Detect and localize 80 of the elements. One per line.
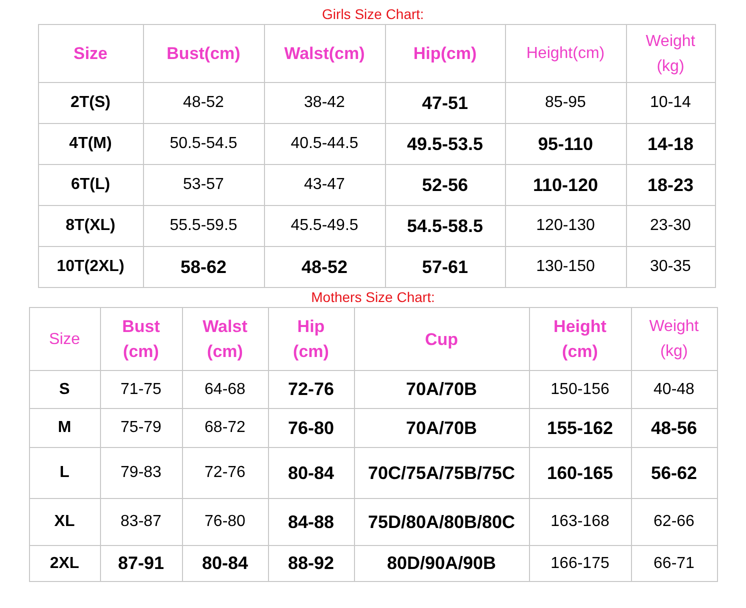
table-cell: 14-18 bbox=[626, 124, 715, 164]
column-header: Cup bbox=[354, 308, 529, 370]
table-cell: 75D/80A/80B/80C bbox=[354, 498, 529, 546]
table-cell: 75-79 bbox=[100, 408, 182, 448]
table-cell: 87-91 bbox=[100, 546, 182, 582]
table-cell: 23-30 bbox=[626, 206, 715, 246]
table-cell: 18-23 bbox=[626, 164, 715, 206]
table-cell: 64-68 bbox=[182, 370, 268, 408]
table-cell: 68-72 bbox=[182, 408, 268, 448]
table-cell: 2XL bbox=[29, 546, 100, 582]
table-cell: 85-95 bbox=[505, 82, 626, 124]
column-header: Walst (cm) bbox=[182, 308, 268, 370]
chart-title: Girls Size Chart: bbox=[322, 5, 424, 24]
table-cell: L bbox=[29, 448, 100, 498]
table-cell: 163-168 bbox=[529, 498, 631, 546]
column-header: Weight (kg) bbox=[631, 308, 717, 370]
table-cell: 84-88 bbox=[268, 498, 354, 546]
table-cell: 166-175 bbox=[529, 546, 631, 582]
table-cell: 58-62 bbox=[143, 246, 264, 288]
table-cell: 47-51 bbox=[385, 82, 505, 124]
table-cell: 70C/75A/75B/75C bbox=[354, 448, 529, 498]
table-cell: 40-48 bbox=[631, 370, 717, 408]
table-cell: S bbox=[29, 370, 100, 408]
table-cell: 52-56 bbox=[385, 164, 505, 206]
column-header: Bust(cm) bbox=[143, 24, 264, 82]
table-cell: 120-130 bbox=[505, 206, 626, 246]
table-cell: 4T(M) bbox=[38, 124, 143, 164]
table-cell: 71-75 bbox=[100, 370, 182, 408]
table-cell: 53-57 bbox=[143, 164, 264, 206]
column-header: Height(cm) bbox=[505, 24, 626, 82]
column-header: Size bbox=[38, 24, 143, 82]
table-cell: 50.5-54.5 bbox=[143, 124, 264, 164]
table-cell: 76-80 bbox=[268, 408, 354, 448]
table-cell: 56-62 bbox=[631, 448, 717, 498]
table-cell: 62-66 bbox=[631, 498, 717, 546]
table-cell: 45.5-49.5 bbox=[264, 206, 385, 246]
table-cell: 80D/90A/90B bbox=[354, 546, 529, 582]
table-cell: 30-35 bbox=[626, 246, 715, 288]
table-cell: 10T(2XL) bbox=[38, 246, 143, 288]
table-cell: 80-84 bbox=[268, 448, 354, 498]
table-cell: 48-52 bbox=[143, 82, 264, 124]
column-header: Walst(cm) bbox=[264, 24, 385, 82]
column-header: Hip(cm) bbox=[385, 24, 505, 82]
table-cell: 76-80 bbox=[182, 498, 268, 546]
table-cell: 48-56 bbox=[631, 408, 717, 448]
table-cell: 110-120 bbox=[505, 164, 626, 206]
table-cell: 54.5-58.5 bbox=[385, 206, 505, 246]
table-cell: 155-162 bbox=[529, 408, 631, 448]
column-header: Height (cm) bbox=[529, 308, 631, 370]
table-cell: 95-110 bbox=[505, 124, 626, 164]
table-cell: 48-52 bbox=[264, 246, 385, 288]
table-cell: 72-76 bbox=[182, 448, 268, 498]
table-cell: 130-150 bbox=[505, 246, 626, 288]
table-cell: 70A/70B bbox=[354, 408, 529, 448]
chart-title: Mothers Size Chart: bbox=[311, 288, 435, 307]
table-cell: 150-156 bbox=[529, 370, 631, 408]
table-cell: 160-165 bbox=[529, 448, 631, 498]
table-cell: 72-76 bbox=[268, 370, 354, 408]
table-cell: 70A/70B bbox=[354, 370, 529, 408]
table-cell: 49.5-53.5 bbox=[385, 124, 505, 164]
table-cell: M bbox=[29, 408, 100, 448]
column-header: Bust (cm) bbox=[100, 308, 182, 370]
column-header: Weight (kg) bbox=[626, 24, 715, 82]
table-cell: 6T(L) bbox=[38, 164, 143, 206]
table-cell: 57-61 bbox=[385, 246, 505, 288]
column-header: Size bbox=[29, 308, 100, 370]
table-cell: 8T(XL) bbox=[38, 206, 143, 246]
table-cell: 80-84 bbox=[182, 546, 268, 582]
table-cell: 55.5-59.5 bbox=[143, 206, 264, 246]
table-cell: 83-87 bbox=[100, 498, 182, 546]
table-cell: 88-92 bbox=[268, 546, 354, 582]
table-cell: 10-14 bbox=[626, 82, 715, 124]
table-cell: 79-83 bbox=[100, 448, 182, 498]
table-cell: 66-71 bbox=[631, 546, 717, 582]
table-cell: 43-47 bbox=[264, 164, 385, 206]
table-cell: 2T(S) bbox=[38, 82, 143, 124]
table-cell: 40.5-44.5 bbox=[264, 124, 385, 164]
column-header: Hip (cm) bbox=[268, 308, 354, 370]
table-cell: 38-42 bbox=[264, 82, 385, 124]
table-cell: XL bbox=[29, 498, 100, 546]
